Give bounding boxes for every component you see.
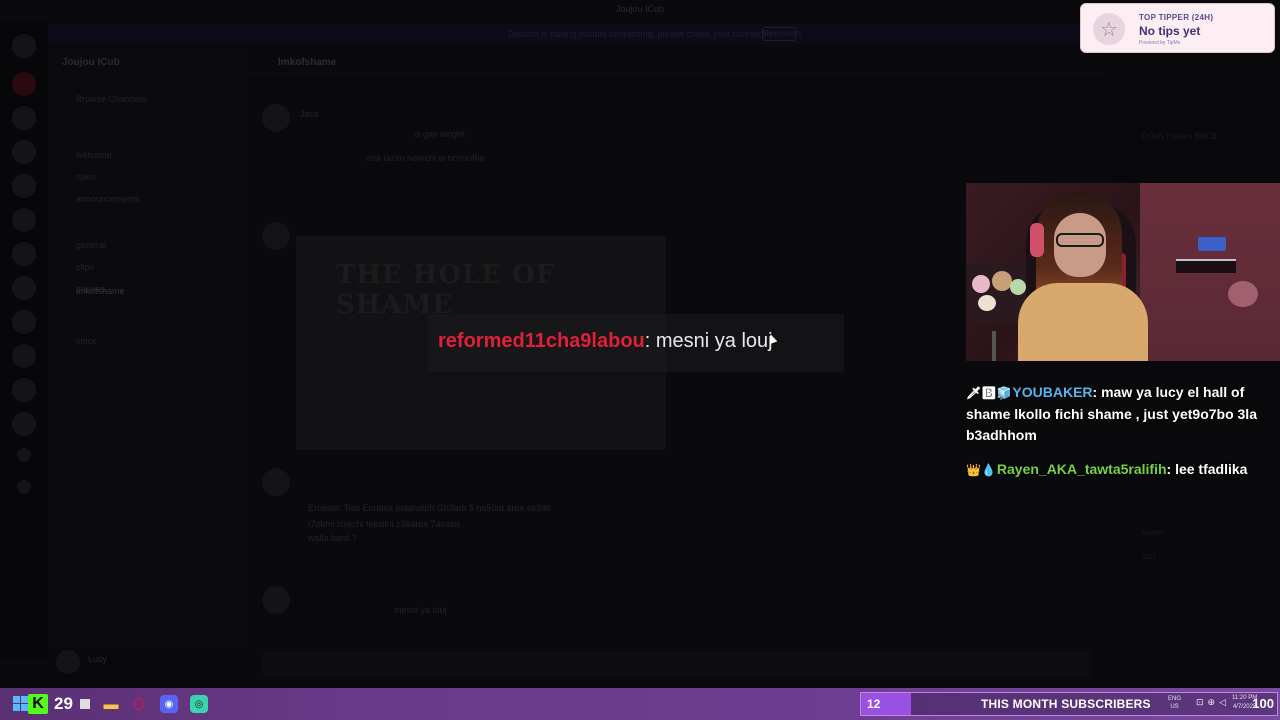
message-input[interactable] [262, 650, 1092, 678]
member-item[interactable]: kaiser [1142, 528, 1163, 537]
subscriber-current: 12 [867, 697, 881, 711]
channel-item[interactable]: announcements [76, 194, 140, 204]
star-icon: ☆ [1093, 13, 1125, 45]
app-icon[interactable]: ◎ [190, 695, 208, 713]
kick-icon[interactable]: K [28, 694, 48, 714]
message-text: Ernesto: Taw Ennasa maandich Gh3adr fi n… [308, 503, 551, 529]
channel-item[interactable]: voice [76, 336, 97, 346]
server-icon[interactable] [12, 378, 36, 402]
discord-icon[interactable]: ◉ [160, 695, 178, 713]
viewer-count: 29 [54, 694, 73, 713]
webcam-feed [966, 183, 1280, 361]
connection-banner: Discord is having trouble connecting, pl… [48, 24, 1108, 44]
message-text: is gay alright [414, 129, 465, 139]
server-name[interactable]: Joujou ICub [62, 57, 120, 68]
folder-icon[interactable]: ▬ [102, 695, 120, 713]
obs-icon[interactable] [130, 695, 148, 713]
message-text: walla bard ? [308, 533, 357, 543]
tipper-title: TOP TIPPER (24H) [1139, 13, 1214, 22]
server-icon[interactable] [12, 174, 36, 198]
channel-header-name: lmkofshame [278, 57, 337, 68]
alert-message: mesni ya louj [650, 330, 773, 352]
embed-title: THE HOLE OF SHAME [336, 260, 556, 320]
tipper-value: No tips yet [1139, 24, 1201, 38]
top-tipper-widget: ☆ TOP TIPPER (24H) No tips yet Powered b… [1080, 3, 1275, 53]
clock-time: 11:20 PM [1232, 695, 1258, 701]
chat-message: 👑💧Rayen_AKA_tawta5ralifih: lee tfadlika [966, 461, 1248, 477]
avatar[interactable] [262, 586, 290, 614]
server-icon[interactable] [12, 208, 36, 232]
message-author[interactable]: Jace [300, 109, 319, 119]
server-icon[interactable] [12, 310, 36, 334]
banner-text: Discord is having trouble connecting, pl… [508, 29, 779, 39]
server-icon[interactable] [12, 106, 36, 130]
channel-item[interactable]: rules [76, 172, 96, 182]
chat-username: YOUBAKER [1012, 384, 1093, 400]
system-tray-icons[interactable]: ⊡⊕◁ [1196, 697, 1230, 708]
language-bottom: US [1170, 704, 1179, 710]
chat-badges: 🗡🅱🧊 [966, 386, 1012, 400]
server-rail [0, 20, 48, 660]
server-icon[interactable] [12, 344, 36, 368]
avatar[interactable] [56, 650, 80, 674]
explore-icon[interactable] [17, 480, 31, 494]
channel-item-active[interactable]: lmkofshame [76, 286, 125, 296]
alert-text: reformed11cha9labou: mesni ya louj [438, 330, 773, 353]
member-list: Dr3sh Tnatam BBCB kaiser aziz [1106, 52, 1280, 688]
server-icon[interactable] [12, 34, 36, 58]
tipper-powered-by: Powered by TipMe [1139, 40, 1181, 46]
message-text: mesni ya louj [394, 605, 447, 615]
member-item[interactable]: aziz [1142, 552, 1156, 561]
clock-date: 4/7/2025 [1232, 704, 1257, 710]
alert-username: reformed11cha9labou [438, 330, 645, 352]
language-top: ENG [1168, 696, 1182, 702]
channel-header: lmkofshame [246, 52, 1106, 74]
member-item[interactable]: Dr3sh Tnatam BBCB [1142, 132, 1217, 141]
language-indicator[interactable]: ENG US [1168, 695, 1181, 711]
chat-username: Rayen_AKA_tawta5ralifih [996, 461, 1167, 477]
channel-item[interactable]: general [76, 240, 106, 250]
task-view-icon[interactable] [76, 695, 94, 713]
chat-badges: 👑💧 [966, 463, 996, 477]
channel-item[interactable]: welcome [76, 150, 112, 160]
clock[interactable]: 11:20 PM 4/7/2025 [1232, 694, 1257, 712]
subscriber-goal-label: THIS MONTH SUBSCRIBERS [981, 697, 1151, 711]
chat-highlight-alert: reformed11cha9labou: mesni ya louj [428, 314, 844, 372]
server-icon[interactable] [12, 276, 36, 300]
channel-item[interactable]: Browse Channels [76, 94, 147, 104]
avatar[interactable] [262, 468, 290, 496]
avatar[interactable] [262, 104, 290, 132]
user-name: Lucy [88, 654, 108, 664]
server-icon[interactable] [12, 242, 36, 266]
server-icon[interactable] [12, 140, 36, 164]
server-icon[interactable] [12, 412, 36, 436]
stream-chat: 🗡🅱🧊YOUBAKER: maw ya lucy el hall of sham… [966, 382, 1276, 494]
chat-message: 🗡🅱🧊YOUBAKER: maw ya lucy el hall of sham… [966, 384, 1257, 443]
channel-item[interactable]: clips [76, 262, 94, 272]
chat-text: lee tfadlika [1171, 461, 1248, 477]
windows-start-icon[interactable] [12, 695, 28, 711]
channel-panel: Joujou ICub Browse Channels welcome rule… [48, 48, 246, 678]
avatar[interactable] [262, 222, 290, 250]
server-icon[interactable] [12, 72, 36, 96]
user-panel: Lucy [48, 648, 246, 678]
reconnect-button[interactable]: Reconnect [762, 27, 801, 41]
message-text: ena lazim nemchi w nchoufha [366, 153, 485, 163]
add-server-icon[interactable] [17, 448, 31, 462]
